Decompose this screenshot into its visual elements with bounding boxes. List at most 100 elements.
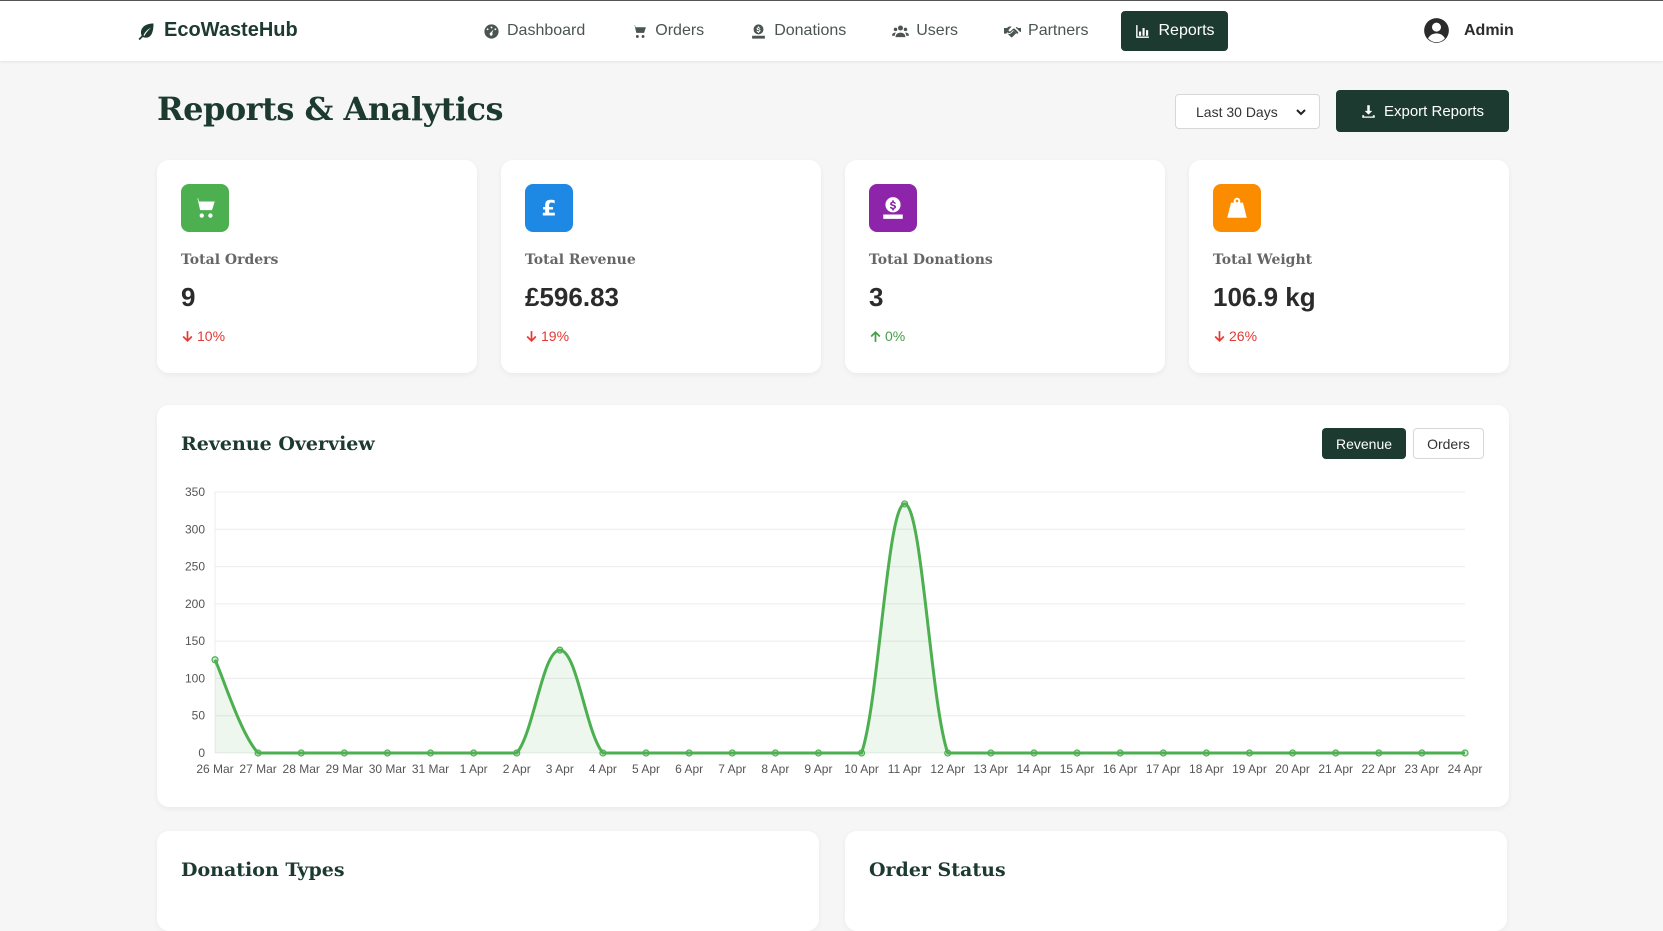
revenue-data-point xyxy=(1202,749,1210,757)
nav-item-users[interactable]: Users xyxy=(879,11,971,51)
stat-value: 3 xyxy=(869,282,884,312)
y-tick-label: 300 xyxy=(185,522,205,536)
user-name: Admin xyxy=(1464,21,1514,39)
stat-card-orders: Total Orders 9 10% xyxy=(157,160,477,373)
x-tick-label: 14 Apr xyxy=(1017,762,1052,776)
revenue-data-point xyxy=(254,749,262,757)
nav-item-reports[interactable]: Reports xyxy=(1121,11,1228,51)
date-range-select[interactable]: Last 30 Days xyxy=(1175,94,1320,129)
x-tick-label: 6 Apr xyxy=(675,762,703,776)
x-tick-label: 19 Apr xyxy=(1232,762,1267,776)
revenue-data-point xyxy=(771,749,779,757)
revenue-data-point xyxy=(814,749,823,757)
revenue-data-point xyxy=(599,749,607,757)
revenue-data-point xyxy=(340,749,348,757)
x-tick-label: 7 Apr xyxy=(718,762,746,776)
x-tick-label: 10 Apr xyxy=(844,762,879,776)
donation-icon xyxy=(883,197,903,219)
x-tick-label: 23 Apr xyxy=(1405,762,1440,776)
stat-change: 0% xyxy=(869,328,905,344)
svg-text:£: £ xyxy=(541,197,556,221)
x-tick-label: 26 Mar xyxy=(196,762,233,776)
x-tick-label: 17 Apr xyxy=(1146,762,1181,776)
nav-item-orders[interactable]: Orders xyxy=(618,11,717,51)
x-tick-label: 1 Apr xyxy=(460,762,488,776)
x-tick-label: 2 Apr xyxy=(503,762,531,776)
x-tick-label: 18 Apr xyxy=(1189,762,1224,776)
revenue-data-point xyxy=(1418,749,1426,757)
stat-change: 19% xyxy=(525,328,569,344)
revenue-data-point xyxy=(1461,749,1469,757)
y-tick-label: 50 xyxy=(192,709,206,723)
stat-label: Total Revenue xyxy=(525,252,636,268)
order-status-card: Order Status xyxy=(845,831,1507,931)
stat-change: 10% xyxy=(181,328,225,344)
dashboard-icon xyxy=(484,23,499,39)
revenue-data-point xyxy=(1073,749,1081,757)
date-range-value: Last 30 Days xyxy=(1196,103,1278,120)
order-status-title: Order Status xyxy=(869,859,1006,881)
x-tick-label: 28 Mar xyxy=(283,762,320,776)
chevron-down-icon xyxy=(1296,108,1306,115)
revenue-data-point xyxy=(426,749,435,757)
revenue-data-point xyxy=(987,749,995,757)
weight-icon xyxy=(1227,197,1247,218)
x-tick-label: 31 Mar xyxy=(412,762,449,776)
revenue-data-point xyxy=(857,749,866,757)
top-navbar: EcoWasteHub Dashboard Orders Donations U… xyxy=(0,0,1663,61)
download-icon xyxy=(1362,104,1375,118)
revenue-data-point xyxy=(1116,749,1124,757)
stat-icon-box xyxy=(181,184,229,232)
y-tick-label: 100 xyxy=(185,671,205,685)
x-tick-label: 12 Apr xyxy=(930,762,965,776)
revenue-data-point xyxy=(383,749,392,757)
brand-name: EcoWasteHub xyxy=(164,19,298,41)
y-tick-label: 150 xyxy=(185,634,205,648)
y-tick-label: 0 xyxy=(198,746,205,760)
stat-value: 9 xyxy=(181,282,196,312)
x-tick-label: 29 Mar xyxy=(326,762,363,776)
x-tick-label: 13 Apr xyxy=(974,762,1009,776)
stat-card-revenue: £ Total Revenue £596.83 19% xyxy=(501,160,821,373)
arrow-down-icon xyxy=(182,330,193,342)
nav-item-donations[interactable]: Donations xyxy=(737,11,859,51)
revenue-data-point xyxy=(211,656,219,664)
revenue-line-chart: 0 50 100 150 200 250 300 350 26 Mar 27 Mar 28 Mar 2… xyxy=(185,485,1483,776)
revenue-data-point xyxy=(685,749,693,757)
user-circle-icon xyxy=(1424,18,1449,43)
x-tick-label: 8 Apr xyxy=(761,762,789,776)
user-menu[interactable]: Admin xyxy=(1423,17,1514,44)
arrow-up-icon xyxy=(870,330,881,342)
revenue-data-point xyxy=(1332,749,1340,757)
revenue-data-point xyxy=(297,749,305,757)
arrow-down-icon xyxy=(1214,330,1225,342)
x-tick-label: 16 Apr xyxy=(1103,762,1138,776)
nav-item-dashboard[interactable]: Dashboard xyxy=(470,11,598,51)
stat-label: Total Orders xyxy=(181,252,279,268)
revenue-data-point xyxy=(901,500,909,508)
x-tick-label: 9 Apr xyxy=(804,762,832,776)
revenue-data-point xyxy=(642,749,650,757)
stat-icon-box: £ xyxy=(525,184,573,232)
x-tick-label: 22 Apr xyxy=(1361,762,1396,776)
stat-label: Total Weight xyxy=(1213,252,1313,268)
x-tick-label: 4 Apr xyxy=(589,762,617,776)
stat-card-weight: Total Weight 106.9 kg 26% xyxy=(1189,160,1509,373)
pound-icon: £ xyxy=(541,197,556,221)
handshake-icon xyxy=(1004,26,1022,37)
revenue-data-point xyxy=(944,749,952,757)
x-tick-label: 27 Mar xyxy=(239,762,276,776)
y-tick-label: 350 xyxy=(185,485,205,499)
arrow-down-icon xyxy=(526,330,537,342)
donation-icon xyxy=(752,23,766,39)
main-nav: Dashboard Orders Donations Users Partner… xyxy=(470,11,1248,51)
x-tick-label: 20 Apr xyxy=(1275,762,1310,776)
x-tick-label: 24 Apr xyxy=(1448,762,1483,776)
brand-logo[interactable]: EcoWasteHub xyxy=(136,19,298,42)
nav-item-partners[interactable]: Partners xyxy=(991,11,1101,51)
export-reports-button[interactable]: Export Reports xyxy=(1336,90,1509,132)
revenue-data-point xyxy=(556,646,564,654)
stat-change: 26% xyxy=(1213,328,1257,344)
x-tick-label: 11 Apr xyxy=(888,762,922,776)
stat-card-donations: Total Donations 3 0% xyxy=(845,160,1165,373)
